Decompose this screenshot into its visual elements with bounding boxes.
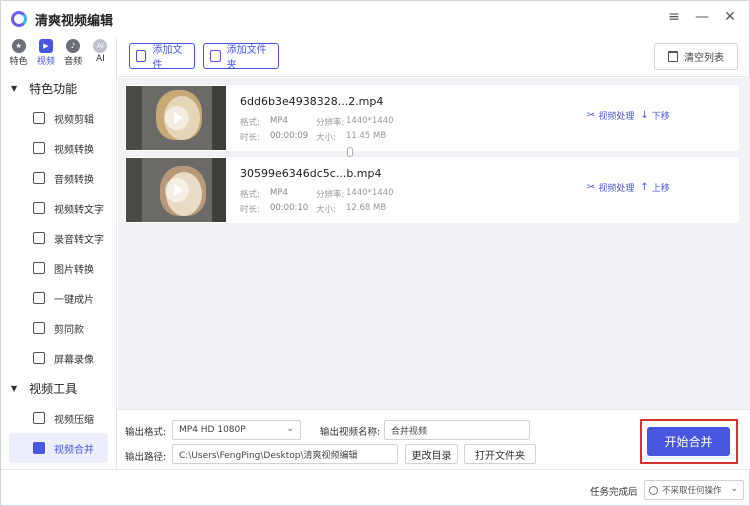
play-icon[interactable]: [165, 178, 189, 202]
tab-featured[interactable]: ★ 特色: [5, 39, 32, 73]
move-up-link[interactable]: 上移: [652, 181, 670, 194]
group-header-featured[interactable]: ▼ 特色功能: [1, 73, 116, 103]
file-format: MP4: [270, 116, 288, 126]
output-format-label: 输出格式:: [125, 427, 167, 438]
sidebar-item-video-to-text[interactable]: 视频转文字: [9, 193, 108, 223]
file-size: 11.45 MB: [346, 131, 387, 141]
file-name: 30599e6346dc5c...b.mp4: [240, 167, 382, 180]
text-icon: [33, 202, 45, 214]
video-process-link[interactable]: 视频处理: [598, 181, 634, 194]
output-name-input[interactable]: 合并视频: [384, 420, 530, 440]
add-file-icon: [136, 50, 147, 62]
screen-icon: [33, 352, 45, 364]
category-tabs: ★ 特色 ▶ 视频 ♪ 音频 AI AI: [1, 37, 116, 73]
output-path-input[interactable]: C:\Users\FengPing\Desktop\清爽视频编辑: [172, 444, 398, 464]
merge-icon: [33, 442, 45, 454]
file-list: 6dd6b3e4938328...2.mp4 格式: MP4 分辨率: 1440…: [118, 78, 750, 409]
star-icon: ★: [11, 39, 26, 53]
after-task-label: 任务完成后: [590, 487, 638, 498]
sidebar: ★ 特色 ▶ 视频 ♪ 音频 AI AI ▼ 特色功能 视频剪辑 视频转换 音频…: [1, 37, 117, 469]
arrow-down-icon: ↓: [640, 110, 649, 121]
image-icon: [33, 262, 45, 274]
file-size: 12.68 MB: [346, 203, 387, 213]
status-bar: 任务完成后 不采取任何操作 ⌄: [1, 469, 749, 505]
sidebar-item-one-click[interactable]: 一键成片: [9, 283, 108, 313]
compress-icon: [33, 412, 45, 424]
app-title: 清爽视频编辑: [35, 13, 114, 29]
sidebar-item-screen-record[interactable]: 屏幕录像: [9, 343, 108, 373]
sidebar-item-video-convert[interactable]: 视频转换: [9, 133, 108, 163]
drag-handle[interactable]: [347, 147, 353, 157]
add-folder-icon: [210, 50, 221, 62]
chevron-down-icon: ⌄: [286, 424, 294, 434]
tab-audio[interactable]: ♪ 音频: [60, 39, 87, 73]
arrow-up-icon: ↑: [640, 182, 649, 193]
scissors-icon: ✂: [587, 110, 596, 121]
output-name-label: 输出视频名称:: [320, 427, 381, 438]
minimize-icon[interactable]: —: [695, 9, 709, 25]
window-controls: ≡ — ✕: [667, 9, 737, 25]
ai-icon: AI: [93, 39, 108, 53]
title-bar: 清爽视频编辑 ≡ — ✕: [1, 1, 749, 37]
output-format-select[interactable]: MP4 HD 1080P ⌄: [172, 420, 301, 440]
after-task-select[interactable]: 不采取任何操作 ⌄: [644, 480, 744, 500]
caret-down-icon: ▼: [11, 383, 18, 393]
tab-video[interactable]: ▶ 视频: [32, 39, 59, 73]
file-resolution: 1440*1440: [346, 188, 394, 198]
close-icon[interactable]: ✕: [723, 9, 737, 25]
file-format: MP4: [270, 188, 288, 198]
toolbar: 添加文件 添加文件夹 清空列表: [118, 37, 750, 77]
sidebar-item-image-convert[interactable]: 图片转换: [9, 253, 108, 283]
trash-icon: [668, 51, 678, 62]
app-logo-icon: [11, 11, 27, 27]
template-icon: [33, 322, 45, 334]
file-resolution: 1440*1440: [346, 116, 394, 126]
ban-icon: [649, 485, 658, 495]
sidebar-item-video-edit[interactable]: 视频剪辑: [9, 103, 108, 133]
video-icon: ▶: [38, 39, 53, 53]
film-icon: [33, 292, 45, 304]
microphone-icon: [33, 172, 45, 184]
scissors-icon: ✂: [587, 182, 596, 193]
video-thumbnail[interactable]: [126, 158, 226, 222]
open-folder-button[interactable]: 打开文件夹: [464, 444, 536, 464]
menu-icon[interactable]: ≡: [667, 9, 681, 25]
file-duration: 00:00:09: [270, 131, 309, 141]
sidebar-item-video-merge[interactable]: 视频合并: [9, 433, 108, 463]
output-settings: 输出格式: MP4 HD 1080P ⌄ 输出视频名称: 合并视频 输出路径: …: [118, 409, 750, 469]
start-merge-highlight: 开始合并: [640, 419, 738, 464]
change-directory-button[interactable]: 更改目录: [405, 444, 458, 464]
file-row[interactable]: 30599e6346dc5c...b.mp4 格式: MP4 分辨率: 1440…: [125, 157, 739, 223]
sidebar-item-audio-convert[interactable]: 音频转换: [9, 163, 108, 193]
record-icon: [33, 232, 45, 244]
chevron-down-icon: ⌄: [730, 484, 738, 494]
tab-ai[interactable]: AI AI: [87, 39, 114, 73]
sidebar-item-audio-to-text[interactable]: 录音转文字: [9, 223, 108, 253]
audio-icon: ♪: [66, 39, 81, 53]
app-window: 清爽视频编辑 ≡ — ✕ ★ 特色 ▶ 视频 ♪ 音频 AI AI ▼ 特色功能…: [0, 0, 750, 506]
move-down-link[interactable]: 下移: [652, 109, 670, 122]
play-icon[interactable]: [165, 106, 189, 130]
video-process-link[interactable]: 视频处理: [598, 109, 634, 122]
add-file-button[interactable]: 添加文件: [129, 43, 195, 71]
start-merge-button[interactable]: 开始合并: [647, 427, 730, 456]
file-duration: 00:00:10: [270, 203, 309, 213]
group-header-video-tools[interactable]: ▼ 视频工具: [1, 373, 116, 403]
clear-list-button[interactable]: 清空列表: [654, 43, 738, 70]
sidebar-item-template[interactable]: 剪同款: [9, 313, 108, 343]
file-row[interactable]: 6dd6b3e4938328...2.mp4 格式: MP4 分辨率: 1440…: [125, 85, 739, 151]
scissors-icon: [33, 112, 45, 124]
output-path-label: 输出路径:: [125, 452, 167, 463]
sidebar-item-video-compress[interactable]: 视频压缩: [9, 403, 108, 433]
video-thumbnail[interactable]: [126, 86, 226, 150]
caret-down-icon: ▼: [11, 83, 18, 93]
add-folder-button[interactable]: 添加文件夹: [203, 43, 279, 71]
convert-icon: [33, 142, 45, 154]
file-name: 6dd6b3e4938328...2.mp4: [240, 95, 384, 108]
